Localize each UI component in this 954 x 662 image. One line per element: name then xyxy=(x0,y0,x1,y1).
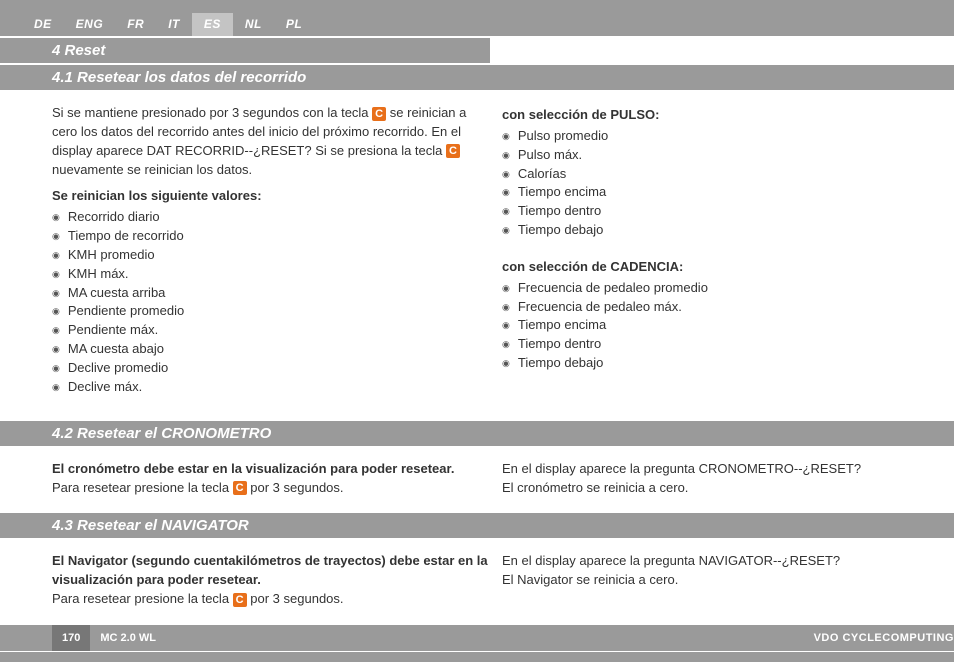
list-item: Tiempo debajo xyxy=(502,221,940,240)
pulso-heading: con selección de PULSO: xyxy=(502,106,940,125)
heading-main: 4 Reset xyxy=(0,38,490,63)
col-right: En el display aparece la pregunta CRONOM… xyxy=(502,460,940,498)
lang-tab-nl[interactable]: NL xyxy=(233,13,274,36)
intro-paragraph: Si se mantiene presionado por 3 segundos… xyxy=(52,104,490,179)
lang-tab-pl[interactable]: PL xyxy=(274,13,314,36)
footer: 170 MC 2.0 WL VDO CYCLECOMPUTING xyxy=(0,625,954,651)
list-item: Tiempo debajo xyxy=(502,354,940,373)
heading-4-2: 4.2 Resetear el CRONOMETRO xyxy=(0,421,954,446)
page-number: 170 xyxy=(52,625,90,651)
heading-4-1: 4.1 Resetear los datos del recorrido xyxy=(0,65,954,90)
cadencia-list: Frecuencia de pedaleo promedioFrecuencia… xyxy=(502,279,940,373)
col-right: con selección de PULSO: Pulso promedioPu… xyxy=(502,104,940,405)
list-item: MA cuesta arriba xyxy=(52,284,490,303)
c-key-icon: C xyxy=(372,107,386,121)
values-list: Recorrido diarioTiempo de recorridoKMH p… xyxy=(52,208,490,396)
col-left: El Navigator (segundo cuentakilómetros d… xyxy=(52,552,490,609)
s43-text-b: por 3 segundos. xyxy=(250,591,343,606)
heading-4-3: 4.3 Resetear el NAVIGATOR xyxy=(0,513,954,538)
c-key-icon: C xyxy=(446,144,460,158)
list-item: Declive máx. xyxy=(52,378,490,397)
list-item: Pendiente máx. xyxy=(52,321,490,340)
pulso-list: Pulso promedioPulso máx.CaloríasTiempo e… xyxy=(502,127,940,240)
lang-tab-eng[interactable]: ENG xyxy=(64,13,116,36)
list-heading: Se reinician los siguiente valores: xyxy=(52,187,490,206)
list-item: KMH máx. xyxy=(52,265,490,284)
intro-text-a: Si se mantiene presionado por 3 segundos… xyxy=(52,105,372,120)
s42-instruction: Para resetear presione la tecla C por 3 … xyxy=(52,479,490,498)
lang-tab-es[interactable]: ES xyxy=(192,13,233,36)
list-item: Recorrido diario xyxy=(52,208,490,227)
s42-text-b: por 3 segundos. xyxy=(250,480,343,495)
footer-spacer xyxy=(0,652,954,662)
col-left: El cronómetro debe estar en la visualiza… xyxy=(52,460,490,498)
s42-text-a: Para resetear presione la tecla xyxy=(52,480,233,495)
s43-right-b: El Navigator se reinicia a cero. xyxy=(502,571,940,590)
model-label: MC 2.0 WL xyxy=(100,632,156,644)
col-left: Si se mantiene presionado por 3 segundos… xyxy=(52,104,490,405)
list-item: Tiempo de recorrido xyxy=(52,227,490,246)
s43-instruction: Para resetear presione la tecla C por 3 … xyxy=(52,590,490,609)
list-item: Declive promedio xyxy=(52,359,490,378)
s42-right-a: En el display aparece la pregunta CRONOM… xyxy=(502,460,940,479)
intro-text-c: nuevamente se reinician los datos. xyxy=(52,162,252,177)
list-item: Tiempo encima xyxy=(502,316,940,335)
list-item: Tiempo dentro xyxy=(502,335,940,354)
list-item: Frecuencia de pedaleo promedio xyxy=(502,279,940,298)
lang-tab-it[interactable]: IT xyxy=(156,13,192,36)
s43-right-a: En el display aparece la pregunta NAVIGA… xyxy=(502,552,940,571)
list-item: MA cuesta abajo xyxy=(52,340,490,359)
s42-bold: El cronómetro debe estar en la visualiza… xyxy=(52,460,490,479)
lang-tab-fr[interactable]: FR xyxy=(115,13,156,36)
section-4-3-content: El Navigator (segundo cuentakilómetros d… xyxy=(0,538,954,623)
c-key-icon: C xyxy=(233,593,247,607)
brand-label: VDO CYCLECOMPUTING xyxy=(814,632,954,644)
list-item: Calorías xyxy=(502,165,940,184)
c-key-icon: C xyxy=(233,481,247,495)
list-item: Pulso promedio xyxy=(502,127,940,146)
section-4-1-content: Si se mantiene presionado por 3 segundos… xyxy=(0,90,954,419)
lang-tab-de[interactable]: DE xyxy=(22,13,64,36)
s43-text-a: Para resetear presione la tecla xyxy=(52,591,233,606)
list-item: Pulso máx. xyxy=(502,146,940,165)
list-item: Tiempo encima xyxy=(502,183,940,202)
list-item: Pendiente promedio xyxy=(52,302,490,321)
s42-right-b: El cronómetro se reinicia a cero. xyxy=(502,479,940,498)
language-bar: DEENGFRITESNLPL xyxy=(0,0,954,36)
cadencia-heading: con selección de CADENCIA: xyxy=(502,258,940,277)
col-right: En el display aparece la pregunta NAVIGA… xyxy=(502,552,940,609)
section-4-2-content: El cronómetro debe estar en la visualiza… xyxy=(0,446,954,512)
s43-bold: El Navigator (segundo cuentakilómetros d… xyxy=(52,552,490,590)
list-item: Tiempo dentro xyxy=(502,202,940,221)
list-item: KMH promedio xyxy=(52,246,490,265)
list-item: Frecuencia de pedaleo máx. xyxy=(502,298,940,317)
